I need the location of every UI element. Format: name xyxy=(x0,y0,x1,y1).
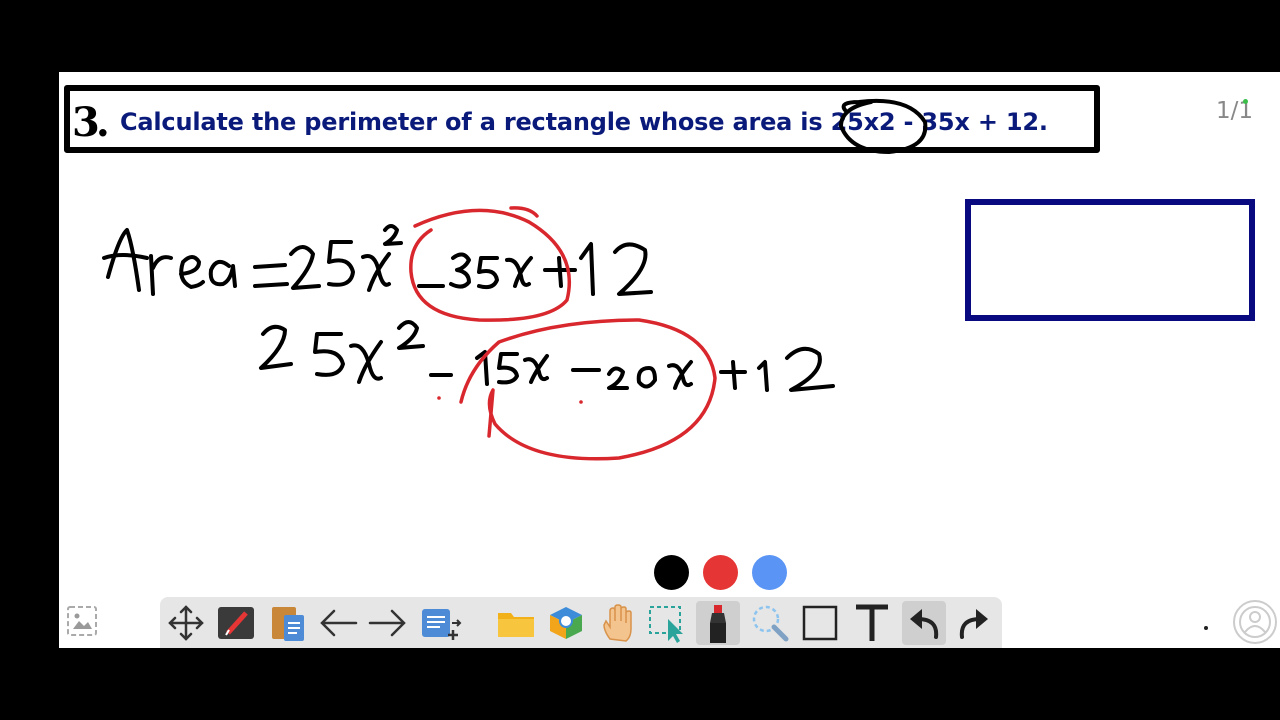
hand-icon xyxy=(603,604,632,642)
move-arrows-icon xyxy=(168,605,204,641)
eraser-tool[interactable] xyxy=(748,601,792,645)
color-black[interactable] xyxy=(654,555,689,590)
gallery-button[interactable] xyxy=(65,604,99,638)
rectangle-tool[interactable] xyxy=(798,601,842,645)
next-page[interactable] xyxy=(366,601,410,645)
bottom-toolbar xyxy=(160,597,1002,648)
boxes-icon xyxy=(550,607,582,639)
whiteboard-tool[interactable] xyxy=(214,601,258,645)
color-palette xyxy=(654,555,804,591)
previous-page[interactable] xyxy=(316,601,360,645)
hand-tool[interactable] xyxy=(596,601,640,645)
red-dots xyxy=(437,396,583,404)
lasso-eraser-icon xyxy=(752,605,789,642)
text-tool[interactable] xyxy=(850,601,894,645)
arrow-left-icon xyxy=(320,609,358,637)
square-icon xyxy=(802,605,838,641)
user-avatar-icon xyxy=(1233,600,1277,644)
board-pen-icon xyxy=(218,607,254,639)
clipboard-doc-icon xyxy=(272,607,304,641)
text-t-icon xyxy=(856,604,888,641)
undo-tool[interactable] xyxy=(902,601,946,645)
color-red[interactable] xyxy=(703,555,738,590)
resources-tool[interactable] xyxy=(544,601,588,645)
select-tool[interactable] xyxy=(646,601,690,645)
notes-tool[interactable] xyxy=(266,601,310,645)
whiteboard-canvas[interactable]: 3. Calculate the perimeter of a rectangl… xyxy=(59,72,1280,648)
image-icon xyxy=(67,606,97,636)
color-blue[interactable] xyxy=(752,555,787,590)
status-dot xyxy=(1204,626,1208,630)
doc-add-icon xyxy=(422,609,462,640)
handwritten-line-2 xyxy=(259,320,835,392)
redo-tool[interactable] xyxy=(952,601,996,645)
move-tool[interactable] xyxy=(164,601,208,645)
dashed-select-icon xyxy=(649,606,683,643)
user-account-button[interactable] xyxy=(1231,598,1279,646)
undo-icon xyxy=(910,609,939,639)
question-highlight-circle xyxy=(838,98,928,155)
add-page[interactable] xyxy=(418,601,462,645)
marker-tool[interactable] xyxy=(696,601,740,645)
arrow-right-icon xyxy=(368,609,406,637)
redo-icon xyxy=(959,609,988,639)
marker-icon xyxy=(710,605,726,643)
red-annotations xyxy=(409,206,717,461)
folder-icon xyxy=(498,613,534,637)
open-folder[interactable] xyxy=(494,601,538,645)
